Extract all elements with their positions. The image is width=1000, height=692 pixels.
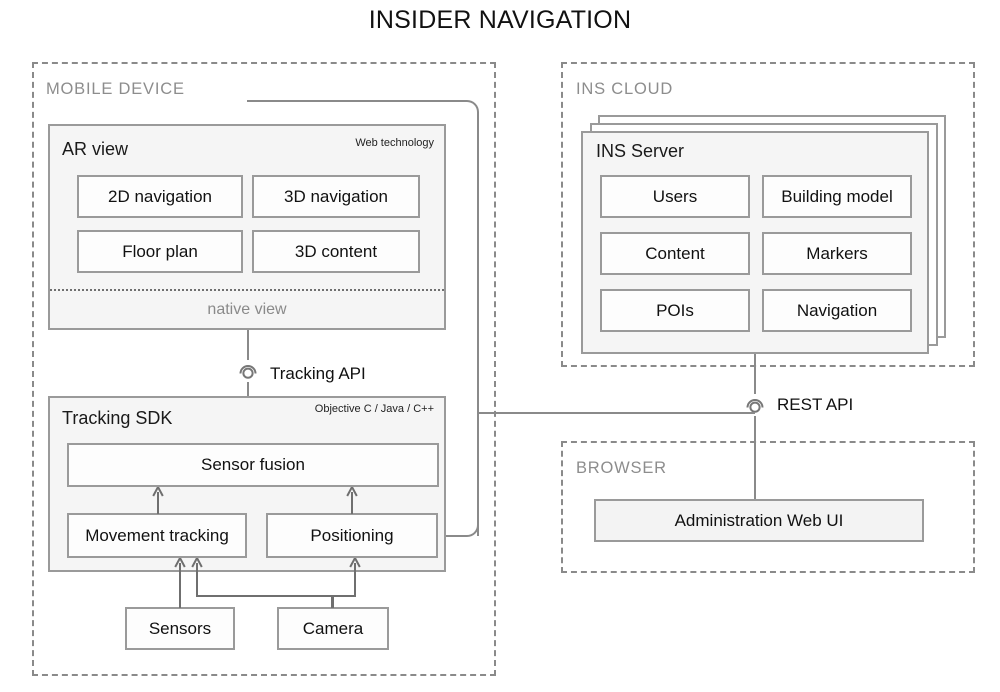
diagram-canvas: INSIDER NAVIGATION MOBILE DEVICE AR view… (0, 0, 1000, 692)
arrow-positioning-to-fusion (345, 487, 359, 514)
zone-mobile-device-label: MOBILE DEVICE (46, 80, 185, 98)
browser-administration-web-ui[interactable]: Administration Web UI (594, 499, 924, 542)
ar-module-2d-navigation[interactable]: 2D navigation (77, 175, 243, 218)
tracking-api-label: Tracking API (270, 364, 366, 383)
ar-module-3d-content[interactable]: 3D content (252, 230, 420, 273)
hardware-camera[interactable]: Camera (277, 607, 389, 650)
arrow-sensors-to-movement (173, 558, 187, 608)
arrow-movement-to-fusion (151, 487, 165, 514)
tracking-sdk-sensor-fusion[interactable]: Sensor fusion (67, 443, 439, 487)
tracking-api-socket-icon (237, 360, 259, 382)
ins-module-navigation[interactable]: Navigation (762, 289, 912, 332)
connector-arview-to-sdk-lower (247, 382, 249, 396)
rest-api-label: REST API (777, 395, 854, 414)
ins-module-building-model[interactable]: Building model (762, 175, 912, 218)
ins-module-markers[interactable]: Markers (762, 232, 912, 275)
ins-module-content[interactable]: Content (600, 232, 750, 275)
native-view-label: native view (207, 301, 287, 318)
ins-module-users[interactable]: Users (600, 175, 750, 218)
ar-module-3d-navigation[interactable]: 3D navigation (252, 175, 420, 218)
tracking-sdk-tech-tag: Objective C / Java / C++ (314, 403, 434, 415)
ar-module-floor-plan[interactable]: Floor plan (77, 230, 243, 273)
tracking-sdk-title: Tracking SDK (62, 408, 173, 428)
hardware-sensors[interactable]: Sensors (125, 607, 235, 650)
connector-server-to-rest-upper (754, 354, 756, 394)
diagram-title: INSIDER NAVIGATION (368, 6, 632, 34)
connector-arview-to-sdk-upper (247, 330, 249, 360)
native-view-divider (50, 289, 444, 291)
arrow-camera-to-movement (190, 558, 340, 608)
ar-view-title: AR view (62, 139, 129, 159)
ins-server-title: INS Server (596, 141, 685, 161)
connector-arview-loop-vertical (477, 130, 479, 536)
ar-view-tech-tag: Web technology (355, 137, 434, 149)
tracking-sdk-movement-tracking[interactable]: Movement tracking (67, 513, 247, 558)
arrow-camera-to-positioning (332, 558, 362, 608)
zone-ins-cloud-label: INS CLOUD (576, 80, 674, 98)
ins-module-pois[interactable]: POIs (600, 289, 750, 332)
tracking-sdk-positioning[interactable]: Positioning (266, 513, 438, 558)
zone-browser-label: BROWSER (576, 459, 667, 477)
connector-sdk-to-rest-api (477, 412, 755, 414)
